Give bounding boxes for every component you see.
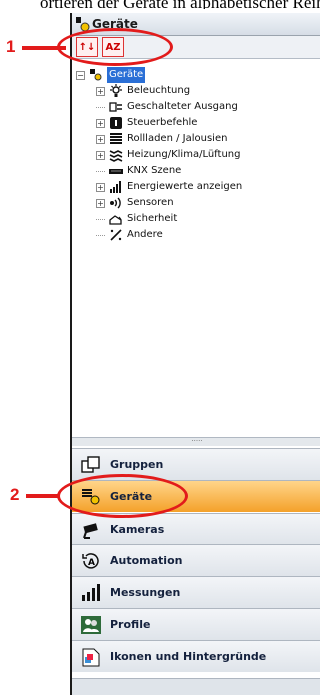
nav-item-measurements[interactable]: Messungen <box>72 576 320 608</box>
svg-text:A: A <box>88 558 95 568</box>
tree-item[interactable]: Andere <box>72 227 320 243</box>
nav-item-icons-backgrounds[interactable]: Ikonen und Hintergründe <box>72 640 320 672</box>
tree-root-label: Geräte <box>107 67 146 83</box>
light-bulb-icon <box>108 84 124 98</box>
tree-root[interactable]: − Geräte <box>72 67 320 83</box>
panel-footer <box>72 678 320 695</box>
tree-item-label: Sicherheit <box>127 213 178 224</box>
shutter-icon <box>108 132 124 146</box>
expand-icon[interactable]: + <box>96 134 105 144</box>
tree-connector <box>96 218 105 220</box>
nav-item-profiles[interactable]: Profile <box>72 608 320 640</box>
nav-item-label: Kameras <box>110 523 165 536</box>
switch-output-icon <box>108 100 124 114</box>
expand-icon[interactable]: + <box>96 118 105 128</box>
devices-icon <box>88 68 104 82</box>
nav-item-label: Ikonen und Hintergründe <box>110 650 267 663</box>
tree-item-label: Andere <box>127 229 163 240</box>
collapse-icon[interactable]: − <box>76 70 85 80</box>
tree-item-label: Geschalteter Ausgang <box>127 101 238 112</box>
nav-item-label: Automation <box>110 554 183 567</box>
page-heading: ortieren der Geräte in alphabetischer Re… <box>0 0 320 9</box>
control-command-icon <box>108 116 124 130</box>
panel-splitter[interactable]: ····· <box>72 437 320 446</box>
tree-item[interactable]: + Steuerbefehle <box>72 115 320 131</box>
tree-item-label: KNX Szene <box>127 165 182 176</box>
expand-icon[interactable]: + <box>96 86 105 96</box>
tree-item[interactable]: Sicherheit <box>72 211 320 227</box>
tree-connector <box>96 106 105 108</box>
highlight-ellipse-1 <box>57 28 173 66</box>
tree-item-label: Sensoren <box>127 197 174 208</box>
tree-item-label: Energiewerte anzeigen <box>127 181 243 192</box>
tree-item[interactable]: + Sensoren <box>72 195 320 211</box>
callout-number-2: 2 <box>10 485 20 504</box>
scene-icon <box>108 164 124 178</box>
icons-backgrounds-icon <box>78 646 104 668</box>
automation-icon: A <box>78 550 104 572</box>
security-icon <box>108 212 124 226</box>
callout-number-1: 1 <box>6 37 16 56</box>
nav-item-label: Profile <box>110 618 151 631</box>
groups-icon <box>78 454 104 476</box>
tree-item[interactable]: Geschalteter Ausgang <box>72 99 320 115</box>
expand-icon[interactable]: + <box>96 182 105 192</box>
callout-line-2 <box>26 494 60 498</box>
tree-item[interactable]: KNX Szene <box>72 163 320 179</box>
nav-item-label: Gruppen <box>110 458 164 471</box>
tree-connector <box>96 234 105 236</box>
expand-icon[interactable]: + <box>96 150 105 160</box>
profiles-icon <box>78 614 104 636</box>
tree-item[interactable]: + Rollladen / Jalousien <box>72 131 320 147</box>
tree-item[interactable]: + Beleuchtung <box>72 83 320 99</box>
tree-item[interactable]: + Energiewerte anzeigen <box>72 179 320 195</box>
tree-item[interactable]: + Heizung/Klima/Lüftung <box>72 147 320 163</box>
energy-icon <box>108 180 124 194</box>
nav-item-label: Messungen <box>110 586 181 599</box>
other-icon <box>108 228 124 242</box>
hvac-icon <box>108 148 124 162</box>
measurements-icon <box>78 582 104 604</box>
highlight-ellipse-2 <box>57 474 188 518</box>
devices-panel: Geräte ↑↓ AZ − Geräte + Beleuchtung Gescha… <box>70 13 320 695</box>
tree-connector <box>96 170 105 172</box>
expand-icon[interactable]: + <box>96 198 105 208</box>
camera-icon <box>78 519 104 541</box>
tree-item-label: Beleuchtung <box>127 85 191 96</box>
device-tree: − Geräte + Beleuchtung Geschalteter Ausgan… <box>72 59 320 243</box>
tree-item-label: Heizung/Klima/Lüftung <box>127 149 241 160</box>
sensor-icon <box>108 196 124 210</box>
nav-item-camera[interactable]: Kameras <box>72 513 320 545</box>
tree-item-label: Rollladen / Jalousien <box>127 133 228 144</box>
nav-item-automation[interactable]: A Automation <box>72 544 320 576</box>
tree-item-label: Steuerbefehle <box>127 117 198 128</box>
